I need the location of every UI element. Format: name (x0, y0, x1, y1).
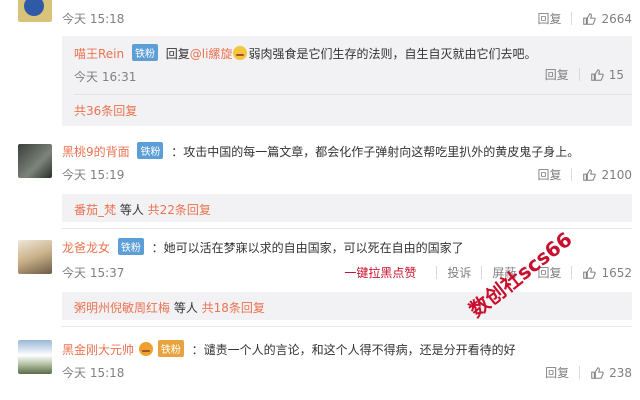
separator (571, 266, 573, 279)
fan-badge[interactable]: 铁粉 (117, 238, 144, 255)
comment-line: 黑桃9的背面 铁粉 ：攻击中国的每一篇文章，都会化作子弹射向这帮吃里扒外的黄皮鬼… (62, 142, 579, 160)
like-count: 1652 (601, 265, 632, 280)
avatar[interactable] (18, 340, 52, 374)
fan-badge[interactable]: 铁粉 (157, 340, 184, 357)
divider (74, 94, 632, 95)
sub-replies-summary: 番茄_梵 等人 共22条回复 (74, 201, 211, 218)
comment-author-link[interactable]: 龙爸龙女 (62, 241, 110, 255)
comment-text: ：攻击中国的每一篇文章，都会化作子弹射向这帮吃里扒外的黄皮鬼子身上。 (171, 145, 580, 159)
sub-reply-mid: 等人 (170, 301, 202, 315)
comment-text: ：她可以活在梦寐以求的自由国家，可以死在自由的国家了 (151, 241, 464, 255)
report-button[interactable]: 投诉 (447, 264, 471, 281)
reply-line: 喵王Rein 铁粉 回复@li縲旋 弱肉强食是它们生存的法则，自生自灭就由它们去吧… (74, 44, 536, 62)
reply-actions: 回复 15 (545, 66, 624, 83)
like-count: 238 (609, 365, 632, 380)
divider (62, 228, 632, 229)
top-comment-row: 今天 15:18 回复 2664 (0, 0, 640, 36)
reply-box: 喵王Rein 铁粉 回复@li縲旋 弱肉强食是它们生存的法则，自生自灭就由它们去吧… (62, 36, 632, 126)
avatar[interactable] (18, 144, 52, 178)
like-button[interactable]: 2100 (582, 168, 632, 182)
separator (571, 12, 573, 25)
comment-time: 今天 15:19 (62, 168, 125, 182)
comment-line: 龙爸龙女 铁粉 ：她可以活在梦寐以求的自由国家，可以死在自由的国家了 (62, 238, 464, 256)
comment-line: 黑金刚大元帅 铁粉 ：谴责一个人的言论，和这个人得不得病，还是分开看待的好 (62, 340, 516, 358)
comment-author-link[interactable]: 黑金刚大元帅 (62, 343, 134, 357)
sub-replies-box[interactable]: 番茄_梵 等人 共22条回复 (62, 194, 632, 222)
reply-button[interactable]: 回复 (545, 66, 569, 83)
thumbs-up-icon (583, 168, 597, 181)
avatar[interactable] (18, 240, 52, 274)
thumbs-up-icon (590, 68, 604, 81)
sub-reply-user-link[interactable]: 番茄_梵 (74, 203, 116, 217)
reply-time: 今天 16:31 (74, 70, 137, 84)
comment-time: 今天 15:18 (62, 12, 125, 26)
like-count: 15 (608, 67, 624, 82)
reply-button[interactable]: 回复 (545, 364, 569, 381)
thumbs-up-icon (591, 366, 604, 379)
reply-button[interactable]: 回复 (537, 166, 561, 183)
crown-icon (138, 342, 153, 356)
reply-author-link[interactable]: 喵王Rein (74, 47, 124, 61)
separator (571, 168, 573, 181)
sub-reply-mid: 等人 (116, 203, 148, 217)
block-like-button[interactable]: 一键拉黑点赞 (344, 264, 416, 281)
reply-text: 弱肉强食是它们生存的法则，自生自灭就由它们去吧。 (248, 47, 537, 61)
comment-time: 今天 15:18 (62, 366, 125, 380)
comment-actions: 回复 238 (545, 364, 632, 381)
separator (436, 266, 438, 279)
smile-emoji-icon (233, 46, 248, 60)
comment-actions: 回复 2100 (537, 166, 632, 183)
like-button[interactable]: 238 (590, 366, 632, 380)
reply-prefix: 回复 (165, 47, 190, 61)
like-count: 2100 (601, 167, 632, 182)
sub-replies-box[interactable]: 粥明州倪敏周红梅 等人 共18条回复 (62, 292, 632, 320)
mention-link[interactable]: @li縲旋 (190, 47, 233, 61)
more-replies-link[interactable]: 共18条回复 (202, 301, 265, 315)
separator (578, 68, 580, 81)
separator (481, 266, 483, 279)
fan-badge[interactable]: 铁粉 (137, 142, 164, 159)
divider (62, 326, 632, 327)
like-count: 2664 (601, 11, 632, 26)
thumbs-up-icon (583, 266, 597, 279)
fan-badge[interactable]: 铁粉 (131, 44, 158, 61)
reply-button[interactable]: 回复 (537, 10, 561, 27)
thumbs-up-icon (583, 12, 597, 25)
separator (579, 366, 581, 379)
comment-time: 今天 15:37 (62, 266, 125, 280)
more-replies-link[interactable]: 共22条回复 (148, 203, 211, 217)
comment-actions: 回复 2664 (537, 10, 632, 27)
like-button[interactable]: 2664 (582, 12, 632, 26)
sub-replies-summary: 粥明州倪敏周红梅 等人 共18条回复 (74, 299, 265, 316)
like-button[interactable]: 15 (590, 68, 624, 82)
comment-text: ：谴责一个人的言论，和这个人得不得病，还是分开看待的好 (191, 343, 516, 357)
avatar[interactable] (18, 0, 52, 22)
like-button[interactable]: 1652 (582, 266, 632, 280)
more-replies-link[interactable]: 共36条回复 (74, 102, 137, 119)
comment-author-link[interactable]: 黑桃9的背面 (62, 145, 130, 159)
sub-reply-user-link[interactable]: 粥明州倪敏周红梅 (74, 301, 170, 315)
